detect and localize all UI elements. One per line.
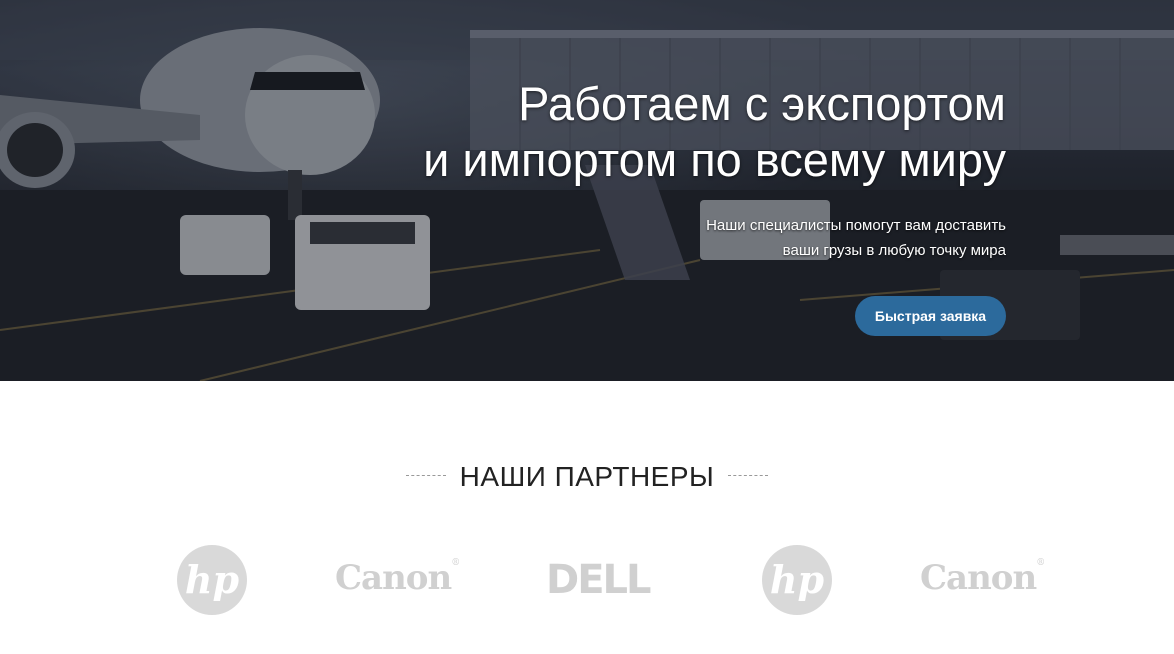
partners-section: НАШИ ПАРТНЕРЫ hp Canon® DELL hp Canon®	[0, 381, 1174, 654]
hero-subtitle: Наши специалисты помогут вам доставить в…	[423, 213, 1006, 263]
dell-logo-text: DELL	[546, 557, 652, 603]
canon-logo-text: Canon	[920, 558, 1037, 598]
hero-title: Работаем с экспортом и импортом по всему…	[423, 76, 1006, 188]
hp-logo[interactable]: hp	[177, 545, 247, 615]
heading-left-decoration	[405, 474, 446, 477]
hero-subtitle-line2: ваши грузы в любую точку мира	[782, 242, 1006, 259]
hero-banner: Работаем с экспортом и импортом по всему…	[0, 0, 1174, 381]
hp-logo-text: hp	[184, 557, 240, 602]
partners-heading: НАШИ ПАРТНЕРЫ	[0, 461, 1174, 493]
heading-right-decoration	[728, 474, 769, 477]
dell-logo[interactable]: DELL	[546, 557, 652, 603]
quick-request-button[interactable]: Быстрая заявка	[855, 296, 1006, 336]
hero-title-line2: и импортом по всему миру	[423, 133, 1006, 186]
hero-title-line1: Работаем с экспортом	[518, 77, 1006, 130]
canon-logo[interactable]: Canon®	[335, 558, 460, 598]
canon-logo-text: Canon	[335, 558, 452, 598]
hp-logo[interactable]: hp	[762, 545, 832, 615]
partners-heading-text: НАШИ ПАРТНЕРЫ	[459, 461, 715, 492]
hero-subtitle-line1: Наши специалисты помогут вам доставить	[706, 217, 1006, 234]
hero-text-block: Работаем с экспортом и импортом по всему…	[423, 76, 1006, 263]
partner-logos: hp Canon® DELL hp Canon®	[0, 545, 1174, 625]
hp-logo-text: hp	[769, 557, 825, 602]
canon-logo[interactable]: Canon®	[920, 558, 1045, 598]
